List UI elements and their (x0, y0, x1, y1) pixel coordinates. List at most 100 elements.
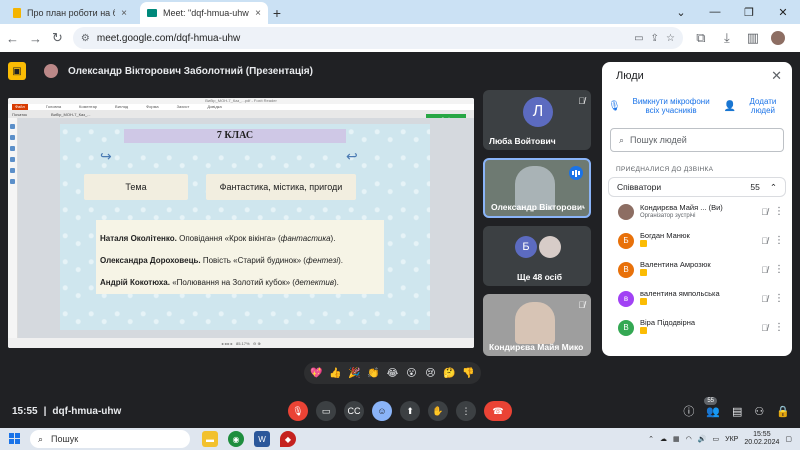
menu-icon[interactable]: ⋮ (795, 30, 800, 46)
activities-icon[interactable]: ⚇ (754, 405, 764, 418)
participant-name: Богдан Манюк (640, 230, 690, 240)
profile-avatar[interactable] (770, 31, 785, 45)
participant-tile[interactable]: Л 🎙̸ Люба Войтович (483, 90, 591, 150)
clock-date: 20.02.2024 (744, 439, 780, 446)
reaction-emoji[interactable]: 😮 (403, 365, 420, 382)
minimize-icon[interactable]: — (698, 0, 732, 24)
info-icon[interactable]: ⓘ (683, 403, 694, 419)
participant-badges (640, 268, 755, 280)
tab-meet[interactable]: Meet: "dqf-hmua-uhw" × (140, 2, 268, 24)
reaction-emoji[interactable]: 👍 (327, 365, 344, 382)
file-explorer-icon[interactable]: ▬ (202, 431, 218, 447)
reaction-emoji[interactable]: 💖 (308, 365, 325, 382)
reaction-emoji[interactable]: 🎉 (346, 365, 363, 382)
reload-icon[interactable]: ↻ (52, 30, 63, 46)
reaction-emoji[interactable]: 😢 (422, 365, 439, 382)
reaction-emoji[interactable]: 🤔 (441, 365, 458, 382)
participant-tile[interactable]: Олександр Вікторович Заболотний (483, 158, 591, 218)
clock[interactable]: 15:55 20.02.2024 (744, 431, 779, 447)
mic-off-icon[interactable]: 🎙̸ (761, 294, 768, 304)
close-window-icon[interactable]: ✕ (766, 0, 800, 24)
book-line: Андрій Кокотюха. «Полювання на Золотий к… (100, 278, 339, 287)
participant-info: Кондирєва Майя ... (Ви) Організатор зустр… (640, 203, 755, 221)
camera-toggle-button[interactable]: ▭ (316, 401, 336, 421)
share-icon[interactable]: ⇪ (651, 33, 659, 44)
back-icon[interactable]: ← (6, 30, 19, 46)
participant-row[interactable]: в валентина ямпольська 🎙̸ ⋮ (602, 284, 792, 313)
reaction-emoji[interactable]: 😂 (384, 365, 401, 382)
site-info-icon[interactable]: ⚙ (81, 33, 90, 44)
cloud-icon[interactable]: ☁ (660, 435, 667, 443)
mic-off-icon[interactable]: 🎙̸ (761, 236, 768, 246)
search-icon: ⌕ (38, 433, 44, 444)
mic-off-icon[interactable]: 🎙̸ (761, 265, 768, 275)
notifications-icon[interactable]: ▢ (785, 435, 792, 443)
people-icon[interactable]: 👥 55 (704, 396, 720, 418)
reaction-emoji[interactable]: 👏 (365, 365, 382, 382)
taskbar-search[interactable]: ⌕ Пошук (30, 430, 190, 448)
presenter-bar: ▣ Олександр Вікторович Заболотний (Презе… (8, 60, 313, 82)
forward-icon[interactable]: → (29, 30, 42, 46)
participant-avatar: В (618, 261, 634, 278)
restore-icon[interactable]: ❐ (732, 0, 766, 24)
people-search[interactable]: ⌕ Пошук людей (610, 128, 784, 152)
mic-off-icon[interactable]: 🎙̸ (761, 323, 768, 333)
new-tab-button[interactable]: + (268, 2, 286, 24)
people-header: Люди ✕ (602, 62, 792, 90)
address-bar[interactable]: ⚙ meet.google.com/dqf-hmua-uhw ▭ ⇪ ☆ (72, 27, 683, 49)
participant-row[interactable]: В Валентина Амрозюк 🎙̸ ⋮ (602, 255, 792, 284)
host-controls-icon[interactable]: 🔒 (776, 405, 790, 418)
participant-row[interactable]: Б Богдан Манюк 🎙̸ ⋮ (602, 226, 792, 255)
camera-icon[interactable]: ▭ (634, 33, 643, 44)
participant-tile[interactable]: 🎙̸ Кондирєва Майя Микола... (483, 294, 591, 356)
windows-start-icon[interactable] (0, 433, 30, 445)
mic-off-icon[interactable]: 🎙̸ (761, 207, 768, 217)
download-icon[interactable]: ⤓ (719, 30, 735, 46)
word-icon[interactable]: W (254, 431, 270, 447)
tab-plan[interactable]: Про план роботи на березень × (6, 2, 134, 24)
captions-button[interactable]: CC (344, 401, 364, 421)
more-options-icon[interactable]: ⋮ (774, 264, 784, 275)
chat-icon[interactable]: ▤ (732, 405, 742, 418)
participant-avatar: В (618, 319, 634, 336)
keyboard-language[interactable]: УКР (725, 436, 738, 443)
mic-toggle-button[interactable]: 🎙 (288, 401, 308, 421)
volume-icon[interactable]: 🔊 (698, 435, 707, 443)
more-options-button[interactable]: ⋮ (456, 401, 476, 421)
chevron-down-icon[interactable]: ⌄ (664, 0, 698, 24)
more-options-icon[interactable]: ⋮ (774, 293, 784, 304)
sidepanel-icon[interactable]: ▥ (745, 30, 761, 46)
more-options-icon[interactable]: ⋮ (774, 235, 784, 246)
reactions-button[interactable]: ☺ (372, 401, 392, 421)
tray-chevron-icon[interactable]: ⌃ (648, 435, 654, 443)
mute-all-button[interactable]: 🎙 Вимкнути мікрофони всіх учасників (608, 97, 717, 115)
add-people-button[interactable]: 👤 Додати людей (723, 97, 786, 115)
chrome-icon[interactable]: ◉ (228, 431, 244, 447)
section-heading: ПРИЄДНАЛИСЯ ДО ДЗВІНКА (616, 166, 714, 173)
present-button[interactable]: ⬆ (400, 401, 420, 421)
call-controls: 15:55 | dqf-hmua-uhw 🎙 ▭ CC ☺ ⬆ ✋ ⋮ ☎ ⓘ … (0, 394, 800, 428)
more-options-icon[interactable]: ⋮ (774, 322, 784, 333)
end-call-button[interactable]: ☎ (484, 401, 512, 421)
presenter-avatar (44, 64, 58, 78)
raise-hand-button[interactable]: ✋ (428, 401, 448, 421)
participant-row[interactable]: Кондирєва Майя ... (Ви) Організатор зустр… (602, 197, 792, 226)
close-tab-icon[interactable]: × (255, 8, 261, 19)
star-icon[interactable]: ☆ (666, 33, 675, 44)
meeting-code: dqf-hmua-uhw (52, 405, 122, 417)
extensions-icon[interactable]: ⧉ (693, 30, 709, 46)
network-icon[interactable]: ▦ (673, 435, 680, 443)
battery-icon[interactable]: ▭ (713, 435, 720, 443)
cohosts-group[interactable]: Співватори 55 ⌃ (608, 177, 786, 197)
close-icon[interactable]: ✕ (771, 68, 782, 84)
more-options-icon[interactable]: ⋮ (774, 206, 784, 217)
meeting-time: 15:55 (12, 405, 38, 417)
wifi-icon[interactable]: ◠ (686, 435, 692, 443)
participant-badges (640, 326, 755, 338)
close-tab-icon[interactable]: × (121, 8, 127, 19)
participant-row[interactable]: В Віра Підодвірна 🎙̸ ⋮ (602, 313, 792, 342)
reaction-emoji[interactable]: 👎 (460, 365, 477, 382)
participant-name: Віра Підодвірна (640, 317, 696, 327)
others-tile[interactable]: Б Ще 48 осіб (483, 226, 591, 286)
app-icon[interactable]: ◆ (280, 431, 296, 447)
